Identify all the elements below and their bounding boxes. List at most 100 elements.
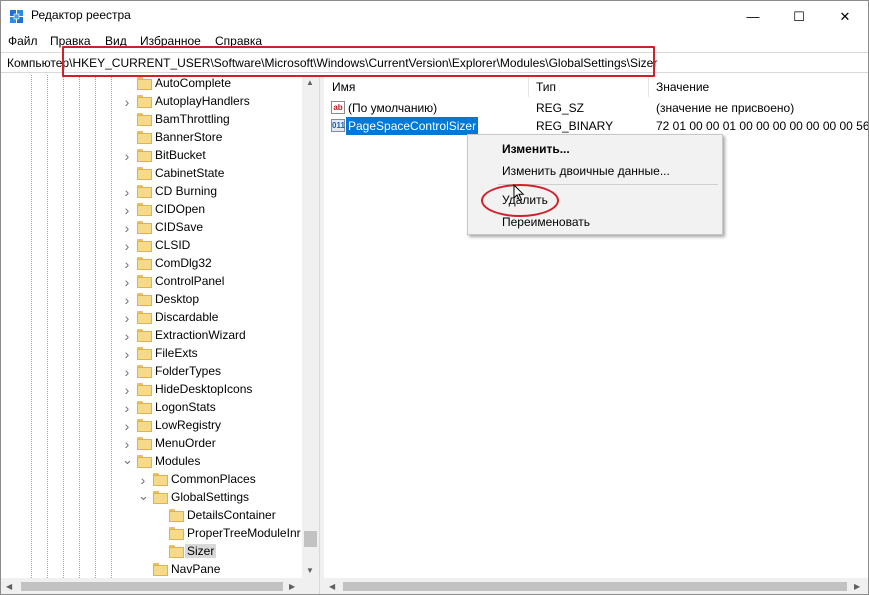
list-horizontal-scroll-thumb[interactable]: [343, 582, 847, 591]
folder-icon: [137, 293, 152, 306]
column-divider[interactable]: [648, 75, 649, 97]
tree-item[interactable]: BamThrottling: [1, 111, 301, 129]
value-name: (По умолчанию): [348, 101, 438, 115]
menu-file[interactable]: Файл: [8, 34, 38, 48]
chevron-right-icon[interactable]: ›: [122, 93, 132, 111]
tree-item[interactable]: › CIDOpen: [1, 201, 301, 219]
folder-icon: [137, 203, 152, 216]
folder-icon: [137, 329, 152, 342]
chevron-right-icon[interactable]: ›: [122, 435, 132, 453]
menu-view[interactable]: Вид: [105, 34, 127, 48]
folder-icon: [137, 419, 152, 432]
scroll-down-icon[interactable]: ▼: [306, 566, 314, 575]
menu-edit[interactable]: Правка: [50, 34, 91, 48]
list-row[interactable]: ab (По умолчанию) REG_SZ (значение не пр…: [324, 99, 868, 117]
chevron-right-icon[interactable]: ›: [122, 201, 132, 219]
tree-item[interactable]: › Desktop: [1, 291, 301, 309]
chevron-right-icon[interactable]: ›: [122, 291, 132, 309]
tree-item[interactable]: CabinetState: [1, 165, 301, 183]
tree-item[interactable]: › ExtractionWizard: [1, 327, 301, 345]
tree-item[interactable]: › BitBucket: [1, 147, 301, 165]
scroll-right-icon[interactable]: ▶: [289, 582, 295, 591]
tree-item[interactable]: ProperTreeModuleInr: [1, 525, 301, 543]
tree-item[interactable]: ⌄ Modules: [1, 453, 301, 471]
tree-item[interactable]: › CLSID: [1, 237, 301, 255]
menu-help[interactable]: Справка: [215, 34, 262, 48]
chevron-right-icon[interactable]: ›: [122, 381, 132, 399]
scroll-right-icon[interactable]: ▶: [854, 582, 860, 591]
scroll-up-icon[interactable]: ▲: [306, 78, 314, 87]
context-menu: Изменить... Изменить двоичные данные... …: [467, 134, 723, 235]
tree-item[interactable]: › ComDlg32: [1, 255, 301, 273]
key-tree[interactable]: AutoComplete › AutoplayHandlers BamThrottli…: [1, 75, 319, 594]
menu-item-modify[interactable]: Изменить...: [468, 138, 722, 160]
menu-item-rename[interactable]: Переименовать: [468, 211, 722, 233]
tree-item[interactable]: Sizer: [1, 543, 301, 561]
menu-favorites[interactable]: Избранное: [140, 34, 201, 48]
tree-item[interactable]: › AutoplayHandlers: [1, 93, 301, 111]
tree-item[interactable]: › FolderTypes: [1, 363, 301, 381]
address-path[interactable]: Компьютер\HKEY_CURRENT_USER\Software\Mic…: [7, 56, 657, 70]
tree-item[interactable]: DetailsContainer: [1, 507, 301, 525]
chevron-right-icon[interactable]: ›: [122, 417, 132, 435]
close-button[interactable]: ✕: [822, 1, 868, 32]
mouse-cursor-icon: [513, 184, 525, 202]
tree-item[interactable]: AutoComplete: [1, 75, 301, 93]
close-icon: ✕: [839, 8, 851, 24]
chevron-right-icon[interactable]: ›: [122, 147, 132, 165]
folder-icon: [153, 563, 168, 576]
tree-item[interactable]: › LowRegistry: [1, 417, 301, 435]
chevron-down-icon[interactable]: ⌄: [122, 453, 133, 471]
tree-item[interactable]: › CD Burning: [1, 183, 301, 201]
folder-icon: [169, 509, 184, 522]
chevron-right-icon[interactable]: ›: [122, 219, 132, 237]
title-bar[interactable]: Редактор реестра — ☐ ✕: [1, 1, 868, 32]
maximize-button[interactable]: ☐: [776, 1, 822, 32]
tree-item[interactable]: › Discardable: [1, 309, 301, 327]
tree-item[interactable]: › HideDesktopIcons: [1, 381, 301, 399]
menu-item-modify-binary[interactable]: Изменить двоичные данные...: [468, 160, 722, 182]
tree-item[interactable]: BannerStore: [1, 129, 301, 147]
chevron-right-icon[interactable]: ›: [122, 237, 132, 255]
tree-item[interactable]: › LogonStats: [1, 399, 301, 417]
tree-item[interactable]: NavPane: [1, 561, 301, 579]
address-bar[interactable]: Компьютер\HKEY_CURRENT_USER\Software\Mic…: [1, 52, 868, 73]
folder-icon: [137, 167, 152, 180]
chevron-right-icon[interactable]: ›: [122, 345, 132, 363]
list-row-selected[interactable]: 011 PageSpaceControlSizer REG_BINARY 72 …: [324, 117, 869, 135]
tree-vertical-scroll-thumb[interactable]: [304, 531, 317, 547]
folder-icon: [137, 257, 152, 270]
minimize-button[interactable]: —: [730, 1, 776, 32]
tree-vertical-scrollbar[interactable]: ▲ ▼: [302, 75, 319, 578]
tree-item[interactable]: › MenuOrder: [1, 435, 301, 453]
folder-icon: [137, 185, 152, 198]
tree-item[interactable]: ⌄ GlobalSettings: [1, 489, 301, 507]
chevron-right-icon[interactable]: ›: [122, 183, 132, 201]
column-divider[interactable]: [528, 75, 529, 97]
tree-item[interactable]: › ControlPanel: [1, 273, 301, 291]
chevron-right-icon[interactable]: ›: [122, 399, 132, 417]
value-data: 72 01 00 00 01 00 00 00 00 00 00 00 56 0…: [656, 119, 869, 133]
chevron-right-icon[interactable]: ›: [122, 327, 132, 345]
menu-item-delete[interactable]: Удалить: [468, 189, 722, 211]
tree-item[interactable]: › CIDSave: [1, 219, 301, 237]
tree-horizontal-scroll-thumb[interactable]: [21, 582, 283, 591]
column-type[interactable]: Тип: [536, 80, 556, 94]
column-name[interactable]: Имя: [332, 80, 355, 94]
tree-item-label: HideDesktopIcons: [155, 382, 253, 396]
tree-item-label: BamThrottling: [155, 112, 230, 126]
chevron-down-icon[interactable]: ⌄: [138, 489, 149, 507]
scroll-left-icon[interactable]: ◀: [6, 582, 12, 591]
chevron-right-icon[interactable]: ›: [138, 471, 148, 489]
tree-item[interactable]: › FileExts: [1, 345, 301, 363]
list-header: Имя Тип Значение: [324, 75, 868, 97]
chevron-right-icon[interactable]: ›: [122, 255, 132, 273]
folder-icon: [137, 365, 152, 378]
chevron-right-icon[interactable]: ›: [122, 363, 132, 381]
scroll-left-icon[interactable]: ◀: [329, 582, 335, 591]
tree-item-label: ProperTreeModuleInr: [187, 526, 301, 540]
chevron-right-icon[interactable]: ›: [122, 273, 132, 291]
chevron-right-icon[interactable]: ›: [122, 309, 132, 327]
tree-item[interactable]: › CommonPlaces: [1, 471, 301, 489]
column-value[interactable]: Значение: [656, 80, 709, 94]
